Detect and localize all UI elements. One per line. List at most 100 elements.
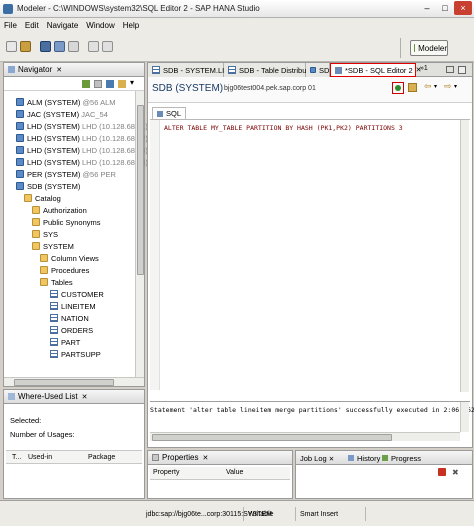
tree-item-partsupp[interactable]: PARTSUPP <box>50 348 101 360</box>
forward-dropdown-icon[interactable]: ▾ <box>454 83 457 90</box>
tab-job-log[interactable]: Job Log ✕ <box>300 454 334 463</box>
editor-vertical-scrollbar[interactable] <box>460 120 469 392</box>
tree-item-alm[interactable]: ALM (SYSTEM) @56 ALM <box>16 96 115 108</box>
add-system-icon[interactable] <box>82 80 90 88</box>
tree-item-lhd-63[interactable]: LHD (SYSTEM) LHD (10.128.68.63) <box>16 144 148 156</box>
window-icon[interactable] <box>88 41 99 52</box>
table-icon <box>50 350 58 358</box>
tree-item-procedures[interactable]: Procedures <box>40 264 89 276</box>
editor-gutter <box>150 120 160 390</box>
tab-table-distribution[interactable]: SDB - Table Distribu <box>224 63 306 77</box>
properties-icon <box>152 454 159 461</box>
maximize-view-icon[interactable] <box>458 66 466 74</box>
tree-item-per[interactable]: PER (SYSTEM) @56 PER <box>16 168 116 180</box>
tree-item-nation[interactable]: NATION <box>50 312 89 324</box>
forward-arrow-icon[interactable]: ⇨ <box>444 81 452 92</box>
close-tab-icon[interactable]: ✕ <box>329 456 334 463</box>
menu-edit[interactable]: Edit <box>25 21 39 30</box>
tree-item-lhd-61[interactable]: LHD (SYSTEM) LHD (10.128.68.61) <box>16 120 148 132</box>
menu-navigate[interactable]: Navigate <box>47 21 79 30</box>
new-icon[interactable] <box>6 41 17 52</box>
link-editor-icon[interactable] <box>106 80 114 88</box>
database-icon <box>16 110 24 118</box>
tree-item-column-views[interactable]: Column Views <box>40 252 99 264</box>
close-icon[interactable]: × <box>454 1 472 15</box>
progress-icon <box>382 455 388 461</box>
table-icon <box>50 290 58 298</box>
tree-item-customer[interactable]: CUSTOMER <box>50 288 104 300</box>
menu-file[interactable]: File <box>4 21 17 30</box>
tab-sql-editor-2[interactable]: *SDB - SQL Editor 2 ✕ <box>330 63 422 77</box>
tab-sdb[interactable]: SDB <box>306 63 334 77</box>
print-icon[interactable] <box>68 41 79 52</box>
stop-icon[interactable] <box>438 468 446 476</box>
tree-item-lhd-62[interactable]: LHD (SYSTEM) LHD (10.128.68.62) <box>16 132 148 144</box>
tree-item-jac[interactable]: JAC (SYSTEM) JAC_54 <box>16 108 108 120</box>
tab-lineitem[interactable]: SDB - SYSTEM.LINEITE <box>148 63 246 77</box>
sql-editor-textarea[interactable]: ALTER TABLE MY_TABLE PARTITION BY HASH (… <box>150 119 470 399</box>
tab-overflow[interactable]: »1 <box>420 65 428 72</box>
explain-plan-icon[interactable] <box>408 83 417 92</box>
selected-label: Selected: <box>10 416 42 425</box>
database-icon <box>16 134 24 142</box>
view-menu-icon[interactable]: ▾ <box>130 78 134 87</box>
editor-tab-bar: SDB - SYSTEM.LINEITE SDB - Table Distrib… <box>148 63 472 77</box>
tree-item-sys[interactable]: SYS <box>32 228 58 240</box>
column-package[interactable]: Package <box>88 454 115 461</box>
execute-button[interactable] <box>392 82 404 94</box>
minimize-view-icon[interactable] <box>446 66 454 73</box>
scrollbar-thumb[interactable] <box>152 434 392 441</box>
sql-tab[interactable]: SQL <box>152 107 187 119</box>
tab-history[interactable]: History <box>348 454 380 463</box>
navigator-panel: Navigator ✕ ▾ ALM (SYSTEM) @56 ALM JAC (… <box>3 62 148 387</box>
close-tab-icon[interactable]: ✕ <box>202 454 208 462</box>
result-message: Statement 'alter table lineitem merge pa… <box>150 406 474 414</box>
scrollbar-thumb[interactable] <box>137 105 144 275</box>
minimize-icon[interactable]: – <box>418 1 436 15</box>
result-vertical-scrollbar[interactable] <box>460 402 469 432</box>
back-arrow-icon[interactable]: ⇦ <box>424 81 432 92</box>
tree-item-tables[interactable]: Tables <box>40 276 73 288</box>
where-used-panel: Where-Used List ✕ Selected: Number of Us… <box>3 389 145 499</box>
job-log-panel: Job Log ✕ History Progress ✖ <box>295 450 473 499</box>
menu-window[interactable]: Window <box>86 21 114 30</box>
column-property[interactable]: Property <box>153 469 179 476</box>
menu-help[interactable]: Help <box>123 21 139 30</box>
tree-item-part[interactable]: PART <box>50 336 80 348</box>
navigator-horizontal-scrollbar[interactable] <box>4 377 144 386</box>
tree-item-authorization[interactable]: Authorization <box>32 204 87 216</box>
tree-item-public-synonyms[interactable]: Public Synonyms <box>32 216 101 228</box>
column-type[interactable]: T... <box>12 454 21 461</box>
layout-icon[interactable] <box>102 41 113 52</box>
close-tab-icon[interactable]: ✕ <box>82 393 88 401</box>
result-horizontal-scrollbar[interactable] <box>150 432 460 441</box>
title-bar: Modeler - C:\WINDOWS\system32\SQL Editor… <box>0 0 474 18</box>
remove-all-icon[interactable]: ✖ <box>452 468 459 477</box>
refresh-icon[interactable] <box>118 80 126 88</box>
database-icon <box>16 158 24 166</box>
save-icon[interactable] <box>40 41 51 52</box>
where-used-tab[interactable]: Where-Used List ✕ <box>4 390 144 404</box>
tree-item-lhd-64[interactable]: LHD (SYSTEM) LHD (10.128.68.64) <box>16 156 148 168</box>
scrollbar-thumb[interactable] <box>14 379 114 386</box>
tree-item-sdb[interactable]: SDB (SYSTEM) <box>16 180 80 192</box>
collapse-all-icon[interactable] <box>94 80 102 88</box>
close-tab-icon[interactable]: ✕ <box>56 66 62 74</box>
back-dropdown-icon[interactable]: ▾ <box>434 83 437 90</box>
maximize-icon[interactable]: □ <box>436 1 454 15</box>
column-value[interactable]: Value <box>226 469 243 476</box>
navigator-tab[interactable]: Navigator ✕ <box>4 63 144 77</box>
navigator-vertical-scrollbar[interactable] <box>135 91 144 377</box>
tree-item-lineitem[interactable]: LINEITEM <box>50 300 96 312</box>
status-writable: Writable <box>244 507 296 521</box>
tree-item-orders[interactable]: ORDERS <box>50 324 93 336</box>
tree-item-system[interactable]: SYSTEM <box>32 240 74 252</box>
open-icon[interactable] <box>20 41 31 52</box>
properties-tab[interactable]: Properties ✕ <box>148 451 292 465</box>
perspective-modeler-button[interactable]: Modeler <box>410 40 448 56</box>
tree-item-catalog[interactable]: Catalog <box>24 192 61 204</box>
column-used-in[interactable]: Used-in <box>28 454 52 461</box>
navigator-icon <box>8 66 15 73</box>
tab-progress[interactable]: Progress <box>382 454 421 463</box>
save-all-icon[interactable] <box>54 41 65 52</box>
